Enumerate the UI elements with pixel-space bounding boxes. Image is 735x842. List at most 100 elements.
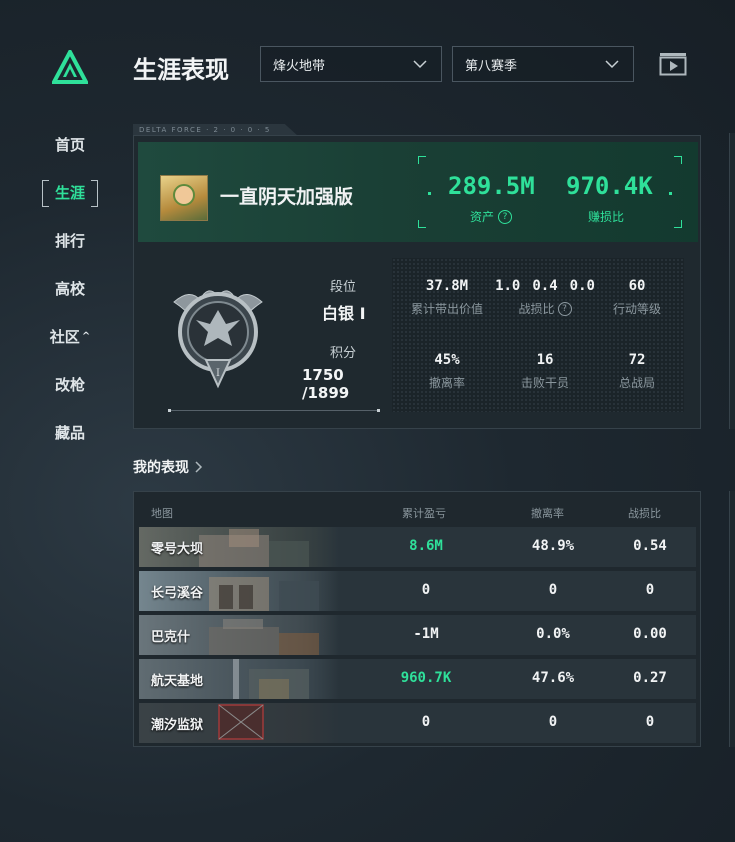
table-row[interactable]: 航天基地 960.7K 47.6% 0.27 [139, 659, 696, 699]
profit-value: 960.7K [400, 670, 452, 686]
question-icon[interactable]: ? [498, 209, 513, 224]
nav-label: 社区 [49, 327, 80, 346]
nav-item-home[interactable]: 首页 [40, 120, 100, 168]
stat-value: 16 [536, 352, 554, 368]
extract-rate-value: 0.0% [536, 626, 570, 642]
stat-kills: 16 击败干员 [496, 352, 594, 391]
kd-value: 1.0 [495, 278, 521, 294]
frame-corner [418, 220, 426, 228]
next-panel-edge [729, 133, 735, 429]
extract-rate-value: 47.6% [531, 670, 575, 686]
extract-rate-value: 48.9% [531, 538, 575, 554]
stat-value: 45% [434, 352, 460, 368]
stat-value: 37.8M [425, 278, 469, 294]
nav-item-gunsmith[interactable]: 改枪 [40, 360, 100, 408]
nav-item-college[interactable]: 高校 [40, 264, 100, 312]
earn-ratio-value: 970.4K [566, 172, 653, 200]
svg-text:I: I [216, 368, 220, 379]
nav-item-community[interactable]: 社区 ^ [40, 312, 100, 360]
frame-corner [418, 156, 426, 164]
column-header-profit: 累计盈亏 [402, 507, 446, 520]
kd-value: 0 [645, 714, 655, 730]
side-nav: 首页 生涯 排行 高校 社区 ^ 改枪 藏品 [40, 120, 100, 456]
profile-header: 一直阴天加强版 289.5M 资产? 970.4K 赚损比 [138, 142, 698, 242]
assets-label: 资产? [470, 208, 513, 225]
profit-value: 8.6M [409, 538, 443, 554]
kd-value: 0.4 [532, 278, 558, 294]
rank-zone: I 段位 白银 I 积分 1750 /1899 [144, 254, 384, 426]
frame-corner [674, 156, 682, 164]
frame-corner [674, 220, 682, 228]
stat-value: 72 [628, 352, 646, 368]
map-name: 长弓溪谷 [151, 586, 204, 601]
table-row[interactable]: 潮汐监狱 0 0 0 [139, 703, 696, 743]
score-value: 1750 /1899 [302, 366, 350, 402]
rank-label: 段位 [330, 280, 357, 295]
extract-rate-value: 0 [548, 714, 558, 730]
performance-title: 我的表现 [133, 460, 189, 476]
table-row[interactable]: 零号大坝 8.6M 48.9% 0.54 [139, 527, 696, 567]
table-row[interactable]: 巴克什 -1M 0.0% 0.00 [139, 615, 696, 655]
silver-rank-badge-icon: I [173, 290, 263, 389]
nav-label: 高校 [54, 279, 85, 298]
mode-select[interactable]: 烽火地带 [260, 46, 442, 82]
kd-value: 0 [645, 582, 655, 598]
kd-value: 0.0 [569, 278, 595, 294]
nav-item-career[interactable]: 生涯 [40, 168, 100, 216]
profile-card: 一直阴天加强版 289.5M 资产? 970.4K 赚损比 I 段位 白银 I … [133, 135, 701, 429]
earn-ratio-label: 赚损比 [588, 210, 625, 224]
kd-value: 0.27 [633, 670, 667, 686]
frame-dot [428, 192, 431, 195]
chevron-down-icon [605, 60, 619, 69]
nav-label: 首页 [54, 135, 85, 154]
stat-kd: 1.0 0.4 0.0 战损比? [495, 278, 595, 317]
question-icon[interactable]: ? [557, 301, 572, 316]
page-title: 生涯表现 [133, 56, 229, 84]
nav-item-collection[interactable]: 藏品 [40, 408, 100, 456]
chevron-down-icon [413, 60, 427, 69]
nav-item-ranking[interactable]: 排行 [40, 216, 100, 264]
stat-label: 总战局 [618, 376, 655, 390]
delta-force-logo-icon[interactable] [52, 50, 88, 84]
kd-values: 1.0 0.4 0.0 [495, 278, 595, 294]
profit-value: -1M [413, 626, 439, 642]
table-row[interactable]: 长弓溪谷 0 0 0 [139, 571, 696, 611]
rank-progress-line [168, 409, 380, 412]
season-select-value: 第八赛季 [465, 58, 518, 74]
kd-value: 0.00 [633, 626, 667, 642]
performance-title-link[interactable]: 我的表现 [133, 457, 203, 477]
nav-label: 改枪 [54, 375, 85, 394]
active-bracket [41, 179, 99, 207]
stat-label-text: 战损比 [518, 302, 555, 316]
play-video-icon[interactable] [659, 52, 687, 76]
performance-table: 地图 累计盈亏 撤离率 战损比 零号大坝 8.6M 48.9% 0.54 长弓溪… [133, 491, 701, 747]
assets-value: 289.5M [448, 172, 535, 200]
stat-label: 撤离率 [428, 376, 465, 390]
assets-label-text: 资产 [470, 210, 495, 224]
kd-value: 0.54 [633, 538, 667, 554]
stat-label: 行动等级 [612, 302, 661, 316]
rank-value: 白银 I [322, 304, 366, 323]
map-name: 零号大坝 [151, 542, 204, 557]
season-select[interactable]: 第八赛季 [452, 46, 634, 82]
chevron-up-icon: ^ [81, 330, 91, 342]
nav-label: 排行 [54, 231, 85, 250]
avatar-face [173, 184, 195, 206]
asset-frame: 289.5M 资产? 970.4K 赚损比 [418, 156, 682, 228]
extract-rate-value: 0 [548, 582, 558, 598]
stat-label: 累计带出价值 [410, 302, 483, 316]
stat-label: 击败干员 [520, 376, 569, 390]
map-name: 潮汐监狱 [151, 718, 204, 733]
next-panel-edge [729, 491, 735, 747]
stat-total-matches: 72 总战局 [594, 352, 680, 391]
stat-action-level: 60 行动等级 [594, 278, 680, 317]
score-label: 积分 [330, 346, 357, 361]
stat-extract-rate: 45% 撤离率 [398, 352, 496, 391]
profit-value: 0 [421, 582, 431, 598]
avatar[interactable] [160, 175, 208, 221]
stat-value: 60 [628, 278, 646, 294]
nav-label: 藏品 [54, 423, 85, 442]
username: 一直阴天加强版 [220, 186, 354, 208]
column-header-map: 地图 [151, 507, 173, 520]
stat-carry-out: 37.8M 累计带出价值 [398, 278, 496, 317]
